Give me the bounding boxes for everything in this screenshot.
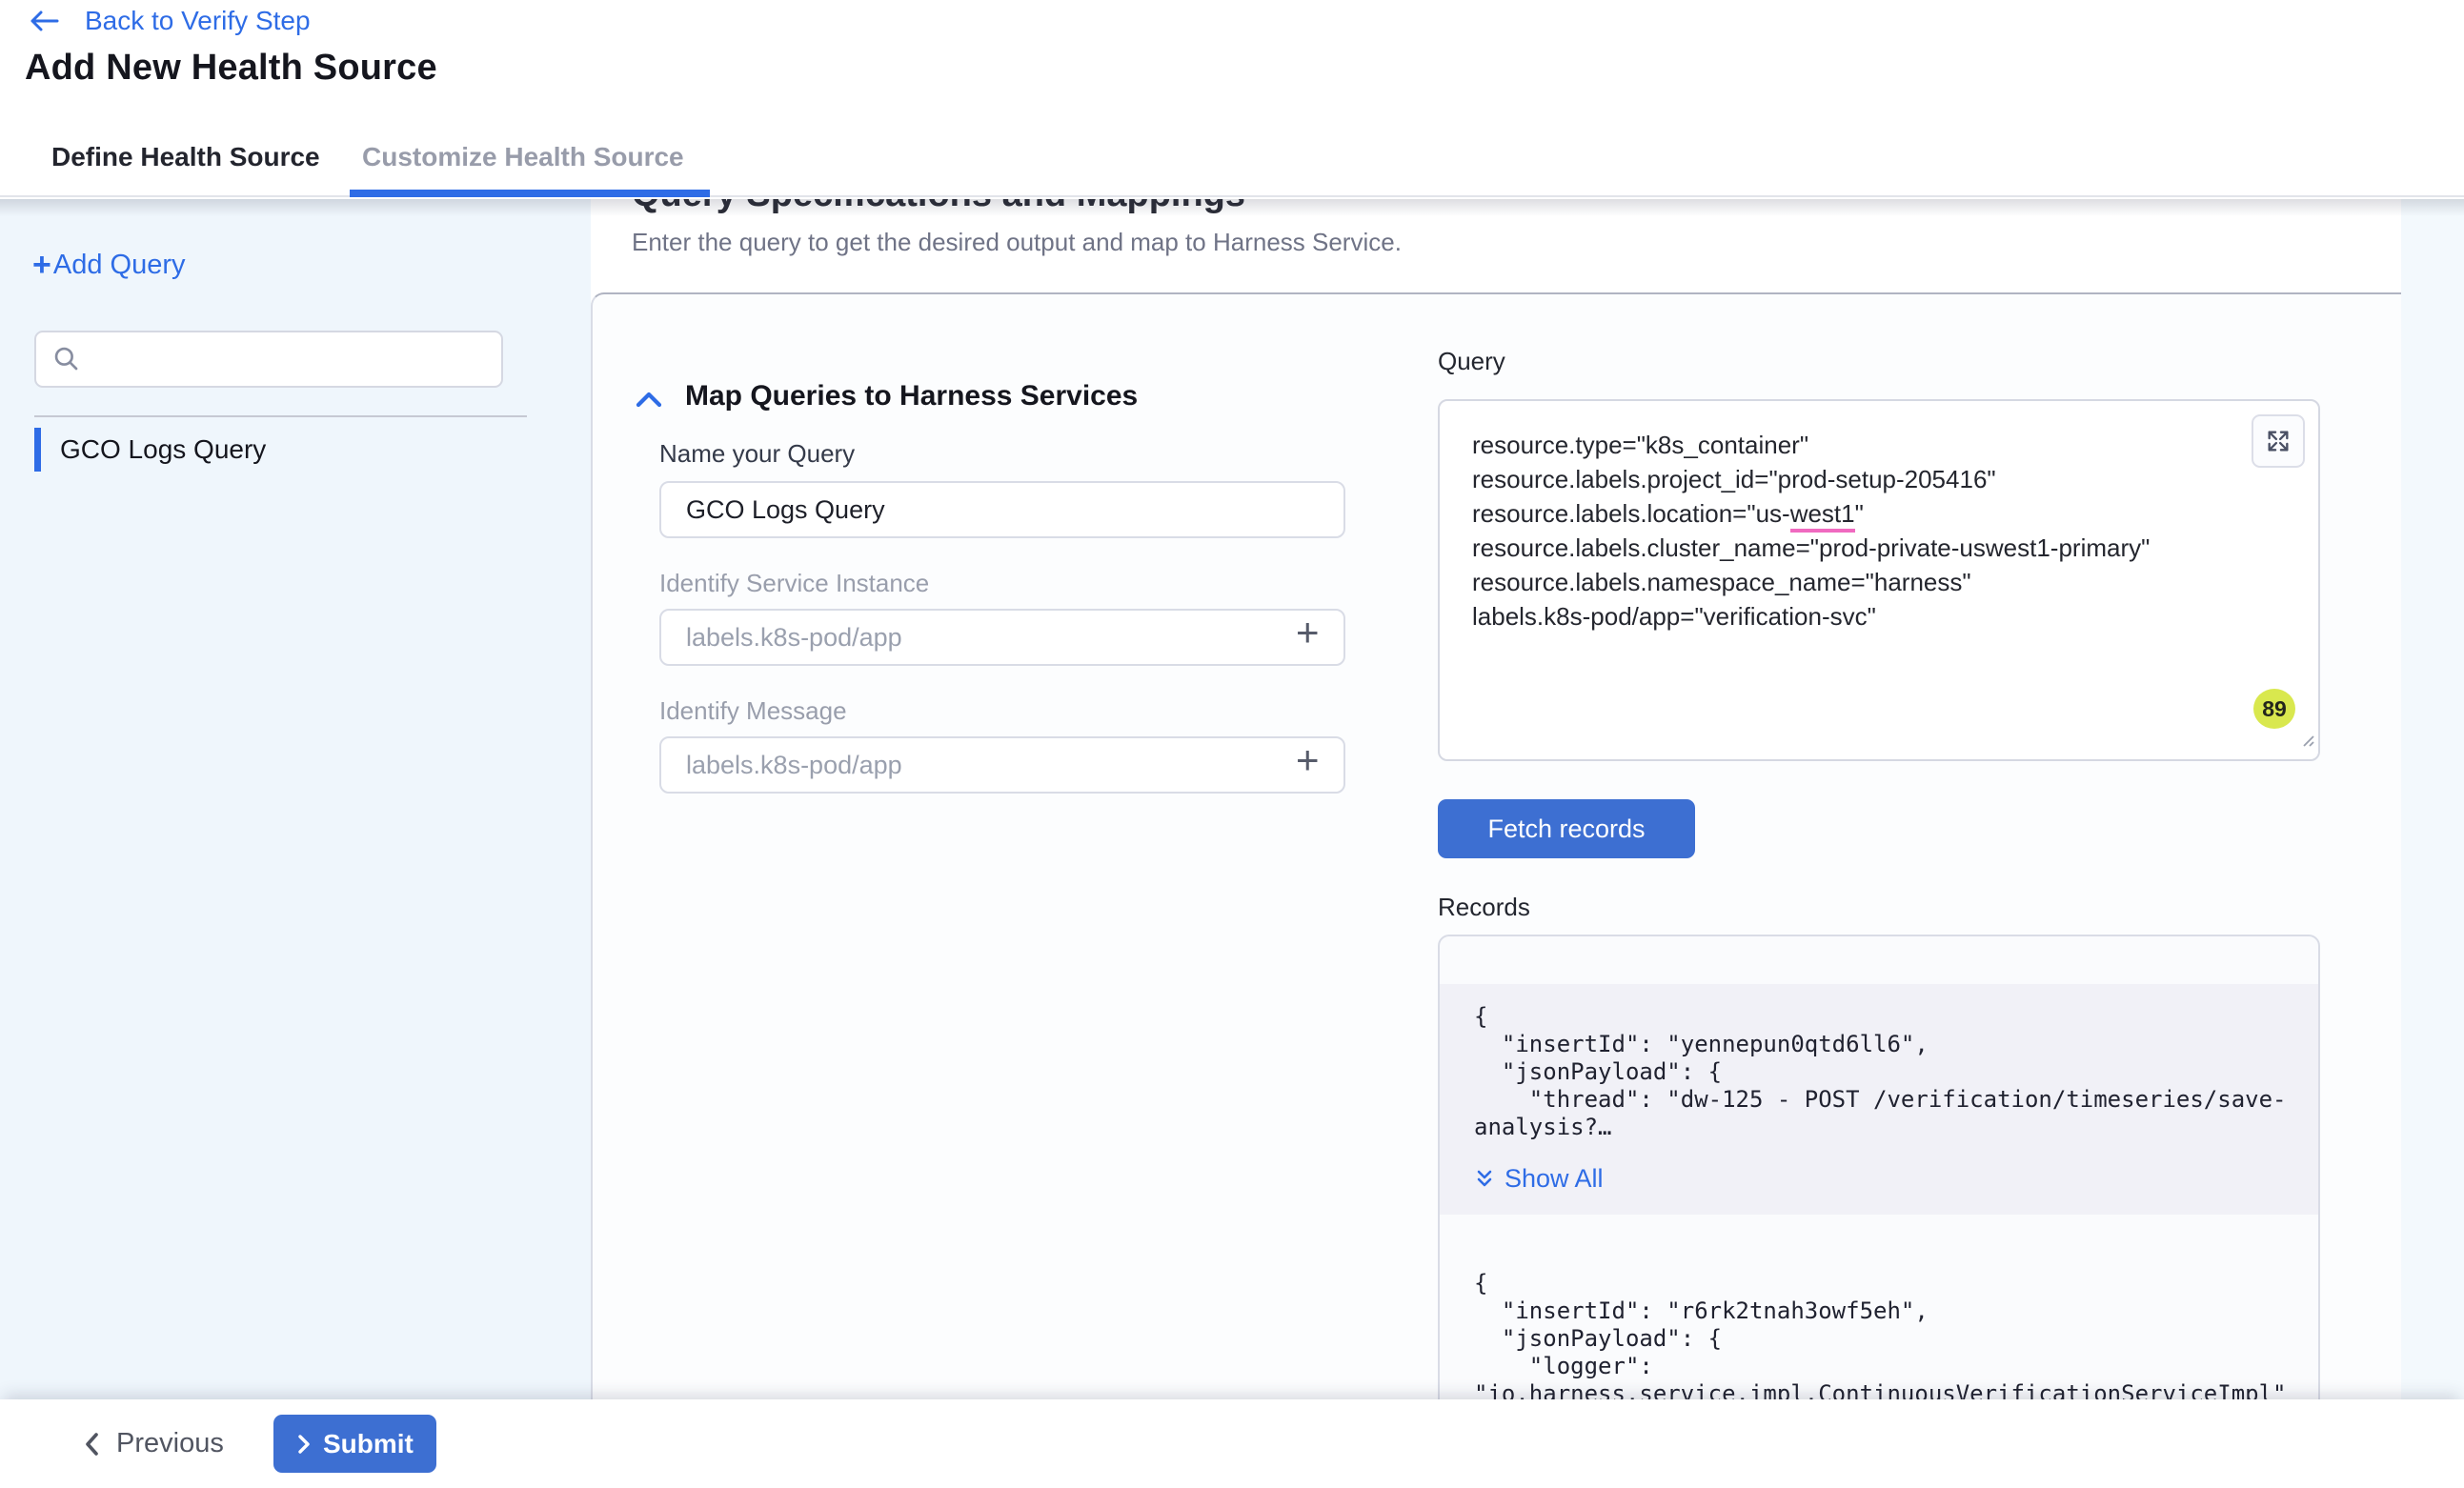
identify-service-instance-label: Identify Service Instance [659, 569, 929, 598]
show-all-link[interactable]: Show All [1474, 1164, 1604, 1194]
tab-customize-health-source[interactable]: Customize Health Source [362, 119, 684, 195]
query-line: resource.labels.location="us-west1" [1472, 496, 2286, 531]
add-query-button[interactable]: + Add Query [32, 249, 186, 281]
footer: Previous Submit [0, 1399, 2464, 1488]
records-label: Records [1438, 893, 1530, 922]
tab-define-health-source[interactable]: Define Health Source [51, 119, 320, 195]
back-arrow-icon [28, 8, 60, 34]
content-panel: Map Queries to Harness Services Name you… [591, 292, 2401, 1399]
records-list[interactable]: { "insertId": "yennepun0qtd6ll6", "jsonP… [1438, 935, 2320, 1399]
spellcheck-underlined-word: west1 [1790, 499, 1855, 533]
resize-handle[interactable] [2298, 722, 2315, 756]
fullscreen-icon [2265, 428, 2292, 454]
page-title: Add New Health Source [25, 48, 437, 89]
submit-button[interactable]: Submit [273, 1415, 436, 1473]
query-line: resource.type="k8s_container" [1472, 428, 2286, 462]
char-count-badge: 89 [2253, 689, 2295, 729]
active-tab-indicator [350, 190, 710, 197]
section-header: Query Specifications and Mappings Enter … [591, 199, 2401, 292]
map-queries-title: Map Queries to Harness Services [685, 380, 1138, 412]
record-item: { "insertId": "r6rk2tnah3owf5eh", "jsonP… [1440, 1270, 2318, 1399]
query-line: resource.labels.cluster_name="prod-priva… [1472, 531, 2286, 565]
sidebar-item-gco-logs-query[interactable]: GCO Logs Query [34, 428, 266, 472]
record-json: { "insertId": "r6rk2tnah3owf5eh", "jsonP… [1474, 1270, 2301, 1399]
submit-label: Submit [323, 1429, 414, 1459]
tab-bar: Define Health Source Customize Health So… [0, 119, 2464, 195]
right-margin-strip [2401, 199, 2464, 1399]
search-icon [51, 344, 82, 379]
message-input[interactable] [659, 736, 1345, 794]
double-chevron-down-icon [1474, 1168, 1495, 1191]
query-sidebar: + Add Query GCO Logs Query [0, 199, 591, 1399]
name-query-label: Name your Query [659, 439, 855, 469]
header: Back to Verify Step Add New Health Sourc… [0, 0, 2464, 197]
expand-query-button[interactable] [2252, 414, 2305, 468]
plus-icon: + [32, 249, 51, 281]
collapse-chevron-up-icon[interactable] [635, 389, 663, 416]
query-name-input[interactable] [659, 481, 1345, 538]
record-json: { "insertId": "yennepun0qtd6ll6", "jsonP… [1474, 1003, 2301, 1141]
chevron-left-icon [82, 1431, 101, 1458]
query-text: resource.type="k8s_container"resource.la… [1472, 428, 2286, 633]
identify-message-label: Identify Message [659, 696, 847, 726]
back-link-label: Back to Verify Step [85, 6, 311, 36]
service-instance-input[interactable] [659, 609, 1345, 666]
message-add-icon[interactable]: + [1296, 740, 1320, 780]
sidebar-divider [34, 415, 527, 417]
query-line: resource.labels.namespace_name="harness" [1472, 565, 2286, 599]
chevron-right-icon [296, 1433, 312, 1456]
selected-indicator [34, 428, 41, 472]
previous-label: Previous [116, 1428, 224, 1459]
query-search-input[interactable] [34, 331, 503, 388]
previous-button[interactable]: Previous [82, 1399, 224, 1488]
record-item: { "insertId": "yennepun0qtd6ll6", "jsonP… [1440, 984, 2318, 1215]
show-all-label: Show All [1505, 1164, 1604, 1194]
section-subheading: Enter the query to get the desired outpu… [632, 228, 1402, 257]
add-query-label: Add Query [53, 250, 186, 281]
service-instance-add-icon[interactable]: + [1296, 613, 1320, 653]
query-item-label: GCO Logs Query [60, 434, 266, 465]
fetch-records-button[interactable]: Fetch records [1438, 799, 1695, 858]
query-label: Query [1438, 347, 1505, 376]
query-line: labels.k8s-pod/app="verification-svc" [1472, 599, 2286, 633]
query-line: resource.labels.project_id="prod-setup-2… [1472, 462, 2286, 496]
back-to-verify-step-link[interactable]: Back to Verify Step [28, 6, 311, 36]
section-heading: Query Specifications and Mappings [632, 199, 1245, 215]
query-textarea[interactable]: resource.type="k8s_container"resource.la… [1438, 399, 2320, 761]
